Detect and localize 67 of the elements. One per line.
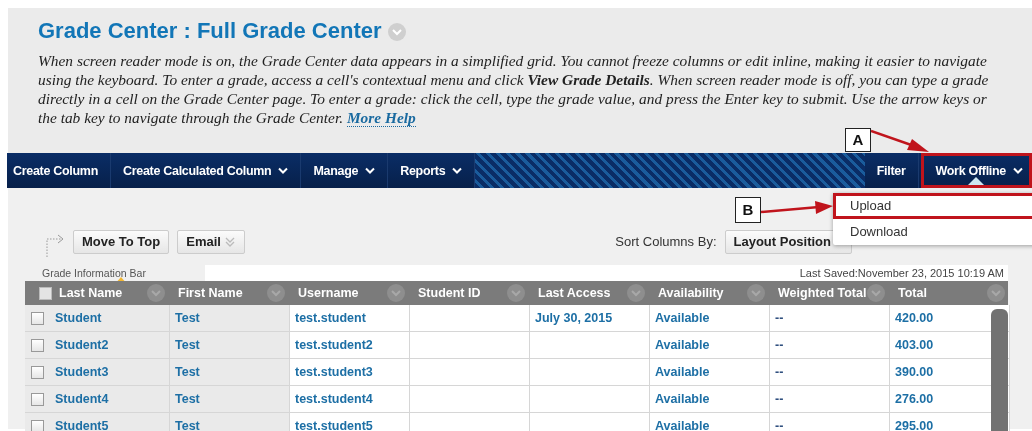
callout-label: B	[735, 197, 761, 223]
column-header[interactable]: Total	[898, 286, 987, 300]
column-header[interactable]: Last Access	[538, 286, 627, 300]
table-cell: Available	[650, 305, 770, 332]
column-header[interactable]: Username	[298, 286, 387, 300]
select-all-checkbox[interactable]	[39, 286, 52, 300]
menu-button[interactable]: Work Offline	[920, 153, 1032, 188]
sort-label: Sort Columns By:	[615, 234, 717, 249]
chevron-icon	[867, 284, 885, 302]
chevron-icon	[387, 23, 406, 41]
arrow-icon	[45, 232, 65, 257]
chevron-icon	[627, 284, 645, 302]
table-cell: Student	[50, 305, 170, 332]
menu-item[interactable]: Upload	[833, 193, 1032, 219]
table-cell: Student4	[50, 386, 170, 413]
page-title: Grade Center : Full Grade Center	[38, 18, 382, 44]
table-cell: Student3	[50, 359, 170, 386]
column-header[interactable]: Student ID	[418, 286, 507, 300]
table-cell: --	[770, 305, 890, 332]
column-header[interactable]: Weighted Total	[778, 286, 867, 300]
table-cell: Available	[650, 386, 770, 413]
table-cell: --	[770, 332, 890, 359]
column-header[interactable]: Last Name	[59, 286, 140, 300]
table-cell: test.student5	[290, 413, 410, 431]
row-checkbox[interactable]	[31, 365, 44, 379]
chevron-icon	[747, 284, 765, 302]
table-cell: Student5	[50, 413, 170, 431]
chevron-icon	[147, 284, 165, 302]
chevron-icon	[387, 284, 405, 302]
table-cell: July 30, 2015	[530, 305, 650, 332]
column-header[interactable]: Availability	[658, 286, 747, 300]
row-checkbox[interactable]	[31, 419, 44, 431]
table-cell: Test	[170, 332, 290, 359]
callout-arrow	[761, 200, 833, 216]
chevron-icon	[267, 284, 285, 302]
table-cell: --	[770, 359, 890, 386]
table-cell: Test	[170, 359, 290, 386]
callout-arrow	[871, 129, 929, 153]
email-button[interactable]: Email	[177, 229, 245, 254]
callout-label: A	[845, 128, 871, 152]
chevron-icon	[223, 235, 236, 248]
table-cell: Available	[650, 332, 770, 359]
row-checkbox[interactable]	[31, 338, 44, 352]
chevron-icon	[987, 284, 1005, 302]
table-cell: --	[770, 386, 890, 413]
description-text: When screen reader mode is on, the Grade Center data appears in a simplified grid. You cannot freeze columns or edit inline, making it easier to navigate using the keyboard. To enter a grade, access a cell's contextual menu and click View Grade Details. When screen reader mode is off, you can type a grade directly in a cell on the Grade Center page. To enter a grade: click the cell, type the grade value, and press the Enter key to submit. Use the arrow keys or the tab key to navigate through the Grade Center. More Help	[38, 51, 990, 127]
column-header[interactable]: First Name	[178, 286, 267, 300]
row-checkbox[interactable]	[31, 392, 44, 406]
table-cell: Test	[170, 413, 290, 431]
table-cell: Available	[650, 359, 770, 386]
table-cell: Test	[170, 386, 290, 413]
table-cell: --	[770, 413, 890, 431]
row-checkbox[interactable]	[31, 311, 44, 325]
table-cell: Student2	[50, 332, 170, 359]
more-help-link[interactable]: More Help	[346, 109, 416, 127]
table-cell: test.student	[290, 305, 410, 332]
info-bar-label: Grade Information Bar	[42, 267, 146, 279]
table-cell: test.student4	[290, 386, 410, 413]
table-cell: Available	[650, 413, 770, 431]
sort-dropdown[interactable]: Layout Position	[724, 229, 852, 254]
table-cell: test.student3	[290, 359, 410, 386]
move-to-top-button[interactable]: Move To Top	[73, 229, 170, 254]
last-saved-text: Last Saved:November 23, 2015 10:19 AM	[205, 265, 1008, 281]
pointer-icon	[967, 177, 984, 185]
table-cell: Test	[170, 305, 290, 332]
chevron-icon	[507, 284, 525, 302]
table-cell: test.student2	[290, 332, 410, 359]
